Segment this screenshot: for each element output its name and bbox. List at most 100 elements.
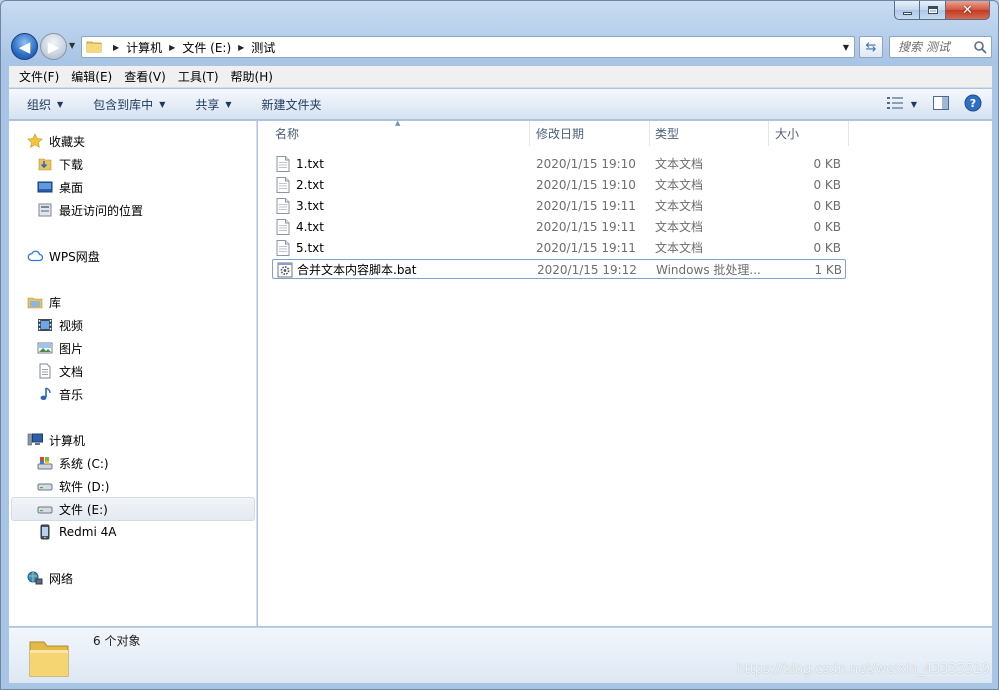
file-size: 0 KB bbox=[813, 178, 841, 192]
file-size: 0 KB bbox=[813, 241, 841, 255]
file-row[interactable]: 1.txt 2020/1/15 19:10 文本文档 0 KB bbox=[272, 154, 846, 174]
nav-network[interactable]: 网络 bbox=[27, 567, 73, 589]
nav-recent-places[interactable]: 最近访问的位置 bbox=[37, 199, 143, 221]
new-folder-button[interactable]: 新建文件夹 bbox=[242, 89, 332, 119]
file-type: 文本文档 bbox=[655, 220, 704, 234]
help-icon: ? bbox=[964, 94, 982, 115]
nav-libraries[interactable]: 库 bbox=[27, 291, 61, 313]
chevron-down-icon: ▼ bbox=[159, 99, 166, 109]
file-modified: 2020/1/15 19:11 bbox=[536, 241, 636, 255]
file-modified: 2020/1/15 19:10 bbox=[536, 178, 636, 192]
file-name: 2.txt bbox=[296, 178, 324, 192]
nav-drive-c-label: 系统 (C:) bbox=[59, 456, 109, 471]
forward-button[interactable]: ▶ bbox=[40, 33, 67, 60]
nav-desktop[interactable]: 桌面 bbox=[37, 176, 83, 198]
column-divider[interactable] bbox=[649, 121, 650, 146]
menu-edit[interactable]: 编辑(E) bbox=[65, 67, 118, 87]
file-type: Windows 批处理... bbox=[656, 263, 761, 277]
address-bar[interactable]: ▶ 计算机 ▶ 文件 (E:) ▶ 测试 ▼ bbox=[81, 36, 855, 58]
file-size: 1 KB bbox=[814, 263, 842, 277]
nav-wps-cloud[interactable]: WPS网盘 bbox=[27, 245, 100, 267]
file-row[interactable]: 3.txt 2020/1/15 19:11 文本文档 0 KB bbox=[272, 196, 846, 216]
menu-file[interactable]: 文件(F) bbox=[13, 67, 65, 87]
nav-phone[interactable]: Redmi 4A bbox=[37, 521, 116, 543]
preview-pane-button[interactable] bbox=[928, 93, 954, 115]
file-name: 1.txt bbox=[296, 157, 324, 171]
close-icon: ✕ bbox=[962, 2, 973, 18]
file-row[interactable]: 5.txt 2020/1/15 19:11 文本文档 0 KB bbox=[272, 238, 846, 258]
arrow-right-icon: ▶ bbox=[47, 37, 60, 56]
network-icon bbox=[27, 570, 43, 586]
text-file-icon bbox=[276, 156, 290, 175]
organize-label: 组织 bbox=[27, 97, 52, 112]
nav-downloads[interactable]: 下载 bbox=[37, 153, 83, 175]
help-button[interactable]: ? bbox=[960, 93, 986, 115]
menu-help[interactable]: 帮助(H) bbox=[225, 67, 279, 87]
text-file-icon bbox=[276, 219, 290, 238]
menu-tools[interactable]: 工具(T) bbox=[172, 67, 225, 87]
share-button[interactable]: 共享 ▼ bbox=[175, 89, 241, 119]
desktop-icon bbox=[37, 179, 53, 195]
search-box bbox=[889, 36, 992, 58]
include-in-library-label: 包含到库中 bbox=[93, 97, 154, 112]
column-divider[interactable] bbox=[529, 121, 530, 146]
nav-videos[interactable]: 视频 bbox=[37, 314, 83, 336]
hard-drive-icon bbox=[37, 501, 53, 517]
file-row-focused[interactable]: 合并文本内容脚本.bat 2020/1/15 19:12 Windows 批处理… bbox=[272, 259, 846, 279]
breadcrumb-drive-e[interactable]: 文件 (E:) bbox=[182, 39, 231, 56]
include-in-library-button[interactable]: 包含到库中 ▼ bbox=[73, 89, 175, 119]
back-button[interactable]: ◀ bbox=[11, 33, 38, 60]
column-divider[interactable] bbox=[848, 121, 849, 146]
refresh-button[interactable]: ⇆ bbox=[859, 36, 883, 58]
nav-favorites[interactable]: 收藏夹 bbox=[27, 130, 85, 152]
watermark-text: https://blog.csdn.net/weixin_43335519 bbox=[736, 662, 990, 677]
file-name: 4.txt bbox=[296, 220, 324, 234]
column-header-name[interactable]: 名称 bbox=[275, 121, 299, 146]
sort-ascending-icon: ▲ bbox=[395, 119, 401, 127]
nav-music[interactable]: 音乐 bbox=[37, 383, 83, 405]
search-input[interactable] bbox=[898, 40, 980, 54]
breadcrumb-test-folder[interactable]: 测试 bbox=[251, 39, 275, 56]
file-size: 0 KB bbox=[813, 157, 841, 171]
column-divider[interactable] bbox=[768, 121, 769, 146]
folder-icon bbox=[86, 38, 102, 57]
view-controls: ▼ ? bbox=[882, 89, 992, 119]
column-header-size[interactable]: 大小 bbox=[775, 121, 799, 146]
breadcrumb-computer[interactable]: 计算机 bbox=[126, 39, 162, 56]
breadcrumb: ▶ 计算机 ▶ 文件 (E:) ▶ 测试 bbox=[106, 37, 275, 57]
close-button[interactable]: ✕ bbox=[946, 1, 990, 20]
nav-drive-c[interactable]: 系统 (C:) bbox=[37, 452, 109, 474]
column-header-modified-label: 修改日期 bbox=[536, 127, 585, 141]
column-header-type[interactable]: 类型 bbox=[655, 121, 679, 146]
organize-button[interactable]: 组织 ▼ bbox=[9, 89, 73, 119]
minimize-button[interactable] bbox=[894, 1, 920, 20]
column-header-modified[interactable]: 修改日期 bbox=[536, 121, 584, 146]
change-view-button[interactable]: ▼ bbox=[882, 93, 922, 115]
file-type: 文本文档 bbox=[655, 199, 704, 213]
nav-pictures[interactable]: 图片 bbox=[37, 337, 83, 359]
file-row[interactable]: 2.txt 2020/1/15 19:10 文本文档 0 KB bbox=[272, 175, 846, 195]
address-history-dropdown[interactable]: ▼ bbox=[838, 37, 854, 57]
nav-recent-places-label: 最近访问的位置 bbox=[59, 203, 144, 218]
folder-large-icon bbox=[27, 632, 71, 683]
menu-view[interactable]: 查看(V) bbox=[118, 67, 172, 87]
file-row[interactable]: 4.txt 2020/1/15 19:11 文本文档 0 KB bbox=[272, 217, 846, 237]
file-type: 文本文档 bbox=[655, 241, 704, 255]
nav-drive-d[interactable]: 软件 (D:) bbox=[37, 475, 109, 497]
maximize-button[interactable] bbox=[920, 1, 946, 20]
breadcrumb-separator-icon[interactable]: ▶ bbox=[169, 43, 175, 52]
file-size: 0 KB bbox=[813, 199, 841, 213]
search-icon[interactable] bbox=[973, 40, 987, 57]
nav-documents[interactable]: 文档 bbox=[37, 360, 83, 382]
recent-pages-dropdown[interactable]: ▼ bbox=[69, 41, 79, 51]
library-icon bbox=[27, 294, 43, 310]
text-file-icon bbox=[276, 198, 290, 217]
nav-drive-e[interactable]: 文件 (E:) bbox=[11, 497, 255, 521]
phone-icon bbox=[37, 524, 53, 540]
file-modified: 2020/1/15 19:10 bbox=[536, 157, 636, 171]
breadcrumb-separator-icon[interactable]: ▶ bbox=[113, 43, 119, 52]
nav-downloads-label: 下载 bbox=[59, 157, 84, 172]
nav-computer[interactable]: 计算机 bbox=[27, 429, 85, 451]
nav-favorites-label: 收藏夹 bbox=[49, 134, 86, 149]
breadcrumb-separator-icon[interactable]: ▶ bbox=[238, 43, 244, 52]
